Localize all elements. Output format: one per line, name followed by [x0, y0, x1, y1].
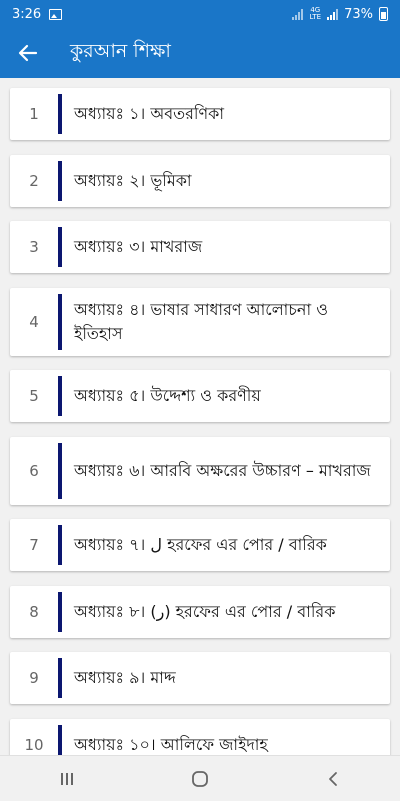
battery-icon — [379, 7, 388, 21]
arrow-back-icon — [18, 44, 38, 62]
chapter-item-2[interactable]: 2 অধ্যায়ঃ ২। ভূমিকা — [10, 155, 390, 207]
chapter-item-3[interactable]: 3 অধ্যায়ঃ ৩। মাখরাজ — [10, 221, 390, 273]
cell-signal-icon — [327, 8, 339, 20]
chapter-title: অধ্যায়ঃ ৬। আরবি অক্ষরের উচ্চারণ – মাখরা… — [74, 461, 371, 480]
back-button[interactable] — [0, 28, 56, 78]
chapter-item-9[interactable]: 9 অধ্যায়ঃ ৯। মাদ্দ — [10, 652, 390, 704]
chapter-item-10[interactable]: 10 অধ্যায়ঃ ১০। আলিফে জাইদাহ — [10, 719, 390, 755]
chapter-number: 1 — [29, 105, 39, 123]
network-type: 4G LTE — [309, 6, 322, 21]
chapter-number: 2 — [29, 172, 39, 190]
chapter-title: অধ্যায়ঃ ১। অবতরণিকা — [74, 104, 224, 123]
chapter-number: 3 — [29, 238, 39, 256]
chapter-number: 10 — [24, 736, 44, 754]
image-notification-icon — [49, 8, 63, 20]
chapter-item-4[interactable]: 4 অধ্যায়ঃ ৪। ভাষার সাধারণ আলোচনা ও ইতিহ… — [10, 288, 390, 356]
status-bar: 3:26 4G LTE 73% — [0, 0, 400, 28]
system-back-button[interactable] — [293, 756, 373, 801]
chapter-title: অধ্যায়ঃ ৫। উদ্দেশ্য ও করণীয় — [74, 386, 261, 405]
app-bar: কুরআন শিক্ষা — [0, 28, 400, 78]
chapter-title: অধ্যায়ঃ ৩। মাখরাজ — [74, 237, 203, 256]
page-title: কুরআন শিক্ষা — [70, 40, 171, 62]
chapter-title: অধ্যায়ঃ ৪। ভাষার সাধারণ আলোচনা ও ইতিহাস — [74, 300, 328, 343]
chapter-list[interactable]: 1 অধ্যায়ঃ ১। অবতরণিকা 2 অধ্যায়ঃ ২। ভূম… — [0, 78, 400, 755]
recent-apps-icon — [60, 772, 73, 785]
home-button[interactable] — [160, 756, 240, 801]
back-icon — [329, 771, 338, 786]
chapter-number: 6 — [29, 462, 39, 480]
home-icon — [192, 770, 208, 787]
chapter-item-1[interactable]: 1 অধ্যায়ঃ ১। অবতরণিকা — [10, 88, 390, 140]
chapter-title: অধ্যায়ঃ ১০। আলিফে জাইদাহ — [74, 735, 268, 754]
chapter-title: অধ্যায়ঃ ৭। ل হরফের এর পোর / বারিক — [74, 535, 327, 554]
chapter-number: 5 — [29, 387, 39, 405]
chapter-title: অধ্যায়ঃ ৯। মাদ্দ — [74, 668, 176, 687]
chapter-number: 7 — [29, 536, 39, 554]
recent-apps-button[interactable] — [27, 756, 107, 801]
chapter-item-5[interactable]: 5 অধ্যায়ঃ ৫। উদ্দেশ্য ও করণীয় — [10, 370, 390, 422]
chapter-item-8[interactable]: 8 অধ্যায়ঃ ৮। (ر) হরফের এর পোর / বারিক — [10, 586, 390, 638]
chapter-title: অধ্যায়ঃ ৮। (ر) হরফের এর পোর / বারিক — [74, 602, 336, 621]
chapter-number: 8 — [29, 603, 39, 621]
chapter-item-6[interactable]: 6 অধ্যায়ঃ ৬। আরবি অক্ষরের উচ্চারণ – মাখ… — [10, 437, 390, 505]
chapter-title: অধ্যায়ঃ ২। ভূমিকা — [74, 171, 192, 190]
status-time: 3:26 — [12, 6, 42, 22]
wifi-signal-icon — [292, 8, 304, 20]
battery-percent: 73% — [344, 6, 373, 22]
chapter-number: 9 — [29, 669, 39, 687]
system-navigation-bar — [0, 755, 400, 801]
chapter-item-7[interactable]: 7 অধ্যায়ঃ ৭। ل হরফের এর পোর / বারিক — [10, 519, 390, 571]
chapter-number: 4 — [29, 313, 39, 331]
